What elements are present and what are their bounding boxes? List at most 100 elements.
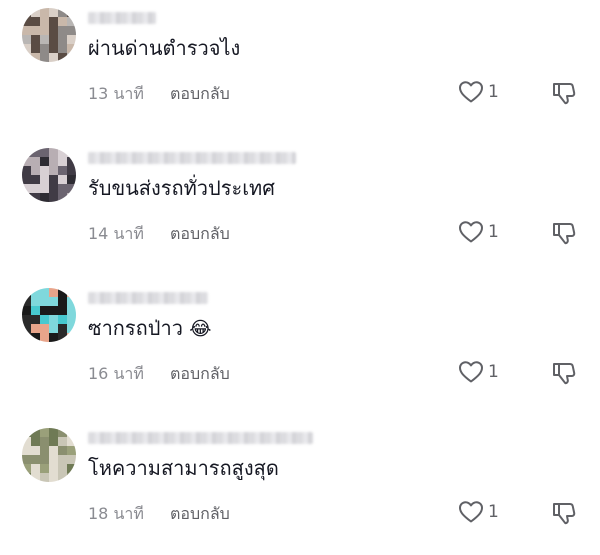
avatar-pixel — [58, 44, 67, 53]
avatar-pixel — [67, 17, 76, 26]
avatar-pixel — [31, 157, 40, 166]
avatar-pixel — [67, 333, 76, 342]
avatar-pixel — [22, 297, 31, 306]
avatar-pixel — [31, 306, 40, 315]
comment-text-body: ซากรถป่าว — [88, 316, 183, 340]
avatar-pixel — [40, 464, 49, 473]
thumbs-down-icon — [553, 363, 576, 385]
dislike-button[interactable] — [551, 500, 577, 530]
avatar-pixel — [40, 157, 49, 166]
avatar-pixel — [67, 464, 76, 473]
avatar-pixel — [22, 148, 31, 157]
avatar-pixel — [40, 35, 49, 44]
avatar[interactable] — [22, 148, 76, 202]
avatar-pixel — [49, 464, 58, 473]
avatar-pixel — [49, 26, 58, 35]
avatar-pixel — [31, 315, 40, 324]
comment-time: 13 นาที — [88, 84, 144, 103]
avatar-pixel — [67, 148, 76, 157]
reply-button[interactable]: ตอบกลับ — [170, 82, 230, 107]
like-count: 1 — [488, 222, 499, 242]
avatar-pixel — [31, 166, 40, 175]
avatar-pixel — [67, 26, 76, 35]
avatar-pixel — [22, 446, 31, 455]
avatar-pixel — [49, 157, 58, 166]
reply-button[interactable]: ตอบกลับ — [170, 222, 230, 247]
avatar-pixel — [67, 157, 76, 166]
comment-item: รับขนส่งรถทั่วประเทศ 14 นาที ตอบกลับ 1 — [0, 140, 600, 275]
avatar-pixel — [49, 8, 58, 17]
avatar-pixel — [67, 8, 76, 17]
avatar-pixel — [58, 428, 67, 437]
reply-button[interactable]: ตอบกลับ — [170, 362, 230, 387]
avatar-pixel — [31, 297, 40, 306]
avatar-pixel — [49, 428, 58, 437]
avatar-pixel — [67, 53, 76, 62]
username-blurred[interactable] — [88, 432, 313, 444]
avatar-pixel — [40, 44, 49, 53]
username-blurred[interactable] — [88, 12, 156, 24]
avatar-pixel — [67, 297, 76, 306]
avatar-pixel — [22, 288, 31, 297]
avatar-pixel — [58, 184, 67, 193]
avatar-pixel — [22, 315, 31, 324]
avatar-pixel — [40, 324, 49, 333]
avatar-pixel — [31, 35, 40, 44]
avatar-pixel — [58, 148, 67, 157]
avatar-pixel — [31, 184, 40, 193]
avatar[interactable] — [22, 288, 76, 342]
username-blurred[interactable] — [88, 292, 208, 304]
heart-icon — [459, 221, 483, 243]
comment-text: รับขนส่งรถทั่วประเทศ — [88, 176, 275, 200]
reply-button[interactable]: ตอบกลับ — [170, 502, 230, 527]
avatar-pixel — [22, 17, 31, 26]
dislike-button[interactable] — [551, 220, 577, 250]
avatar[interactable] — [22, 8, 76, 62]
avatar-pixel — [49, 44, 58, 53]
like-button[interactable]: 1 — [458, 360, 499, 384]
avatar-pixel — [31, 464, 40, 473]
avatar-pixel — [31, 473, 40, 482]
avatar-pixel — [49, 333, 58, 342]
avatar-pixel — [22, 35, 31, 44]
avatar-pixel — [31, 288, 40, 297]
avatar-pixel — [31, 17, 40, 26]
avatar-pixel — [22, 464, 31, 473]
avatar[interactable] — [22, 428, 76, 482]
avatar-pixel — [67, 455, 76, 464]
like-button[interactable]: 1 — [458, 80, 499, 104]
avatar-pixel — [31, 324, 40, 333]
avatar-pixel — [40, 148, 49, 157]
avatar-pixel — [40, 8, 49, 17]
avatar-pixel — [67, 446, 76, 455]
like-button[interactable]: 1 — [458, 500, 499, 524]
thumbs-down-icon — [553, 503, 576, 525]
avatar-pixel — [58, 446, 67, 455]
avatar-pixel — [49, 446, 58, 455]
avatar-pixel — [40, 297, 49, 306]
avatar-pixel — [67, 44, 76, 53]
avatar-pixel — [31, 53, 40, 62]
avatar-pixel — [40, 333, 49, 342]
comment-item: ผ่านด่านตำรวจไง 13 นาที ตอบกลับ 1 — [0, 0, 600, 135]
username-blurred[interactable] — [88, 152, 296, 164]
dislike-button[interactable] — [551, 80, 577, 110]
avatar-pixel — [58, 17, 67, 26]
avatar-pixel — [67, 166, 76, 175]
avatar-pixel — [40, 446, 49, 455]
avatar-pixel — [58, 437, 67, 446]
avatar-pixel — [49, 437, 58, 446]
avatar-pixel — [67, 184, 76, 193]
avatar-pixel — [40, 306, 49, 315]
avatar-pixel — [58, 464, 67, 473]
like-button[interactable]: 1 — [458, 220, 499, 244]
avatar-pixel — [67, 175, 76, 184]
avatar-pixel — [58, 166, 67, 175]
comment-text: ซากรถป่าว 😂 — [88, 314, 211, 343]
avatar-pixel — [49, 148, 58, 157]
avatar-pixel — [58, 315, 67, 324]
avatar-pixel — [31, 175, 40, 184]
avatar-pixel — [31, 193, 40, 202]
heart-icon — [459, 81, 483, 103]
dislike-button[interactable] — [551, 360, 577, 390]
